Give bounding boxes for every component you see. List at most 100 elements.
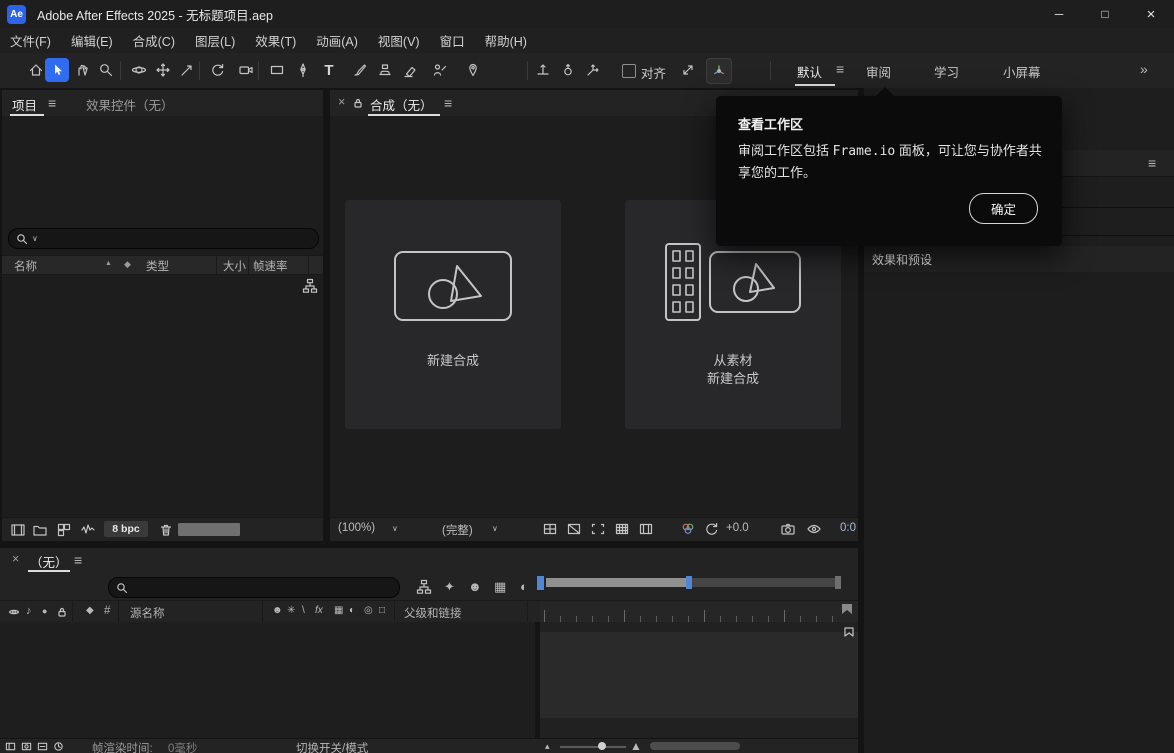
- expand-transfer-pane-icon[interactable]: [21, 741, 32, 752]
- navigator-end-handle[interactable]: [835, 576, 841, 589]
- pan-camera-tool-button[interactable]: [151, 58, 175, 82]
- hide-shy-layers-icon[interactable]: ☻: [468, 580, 482, 593]
- menu-item-layer[interactable]: 图层(L): [185, 28, 245, 53]
- menu-item-composition[interactable]: 合成(C): [123, 28, 185, 53]
- timeline-search[interactable]: [108, 577, 400, 598]
- snap-checkbox[interactable]: [622, 64, 636, 78]
- menu-item-view[interactable]: 视图(V): [368, 28, 430, 53]
- column-divider[interactable]: [394, 601, 395, 623]
- zoom-in-mountain-icon[interactable]: ▲: [630, 740, 642, 752]
- column-divider[interactable]: [527, 601, 528, 623]
- workspace-tab-review[interactable]: 审阅: [866, 62, 891, 81]
- roto-brush-tool-button[interactable]: [428, 58, 452, 82]
- project-search[interactable]: ∨: [8, 228, 319, 249]
- three-d-switch-icon[interactable]: □: [379, 606, 385, 616]
- tab-composition[interactable]: 合成（无）: [370, 95, 433, 114]
- expand-inout-pane-icon[interactable]: [37, 741, 48, 752]
- toggle-switches-modes-button[interactable]: 切换开关/模式: [296, 740, 368, 753]
- comp-panel-menu-icon[interactable]: ≡: [444, 96, 452, 110]
- maximize-button[interactable]: □: [1082, 0, 1128, 28]
- panel-lock-icon[interactable]: [352, 97, 364, 109]
- dolly-camera-tool-button[interactable]: [175, 58, 199, 82]
- motion-blur-switch-icon[interactable]: ◐: [349, 606, 355, 616]
- mini-flowchart-icon[interactable]: [416, 579, 432, 595]
- column-divider[interactable]: [72, 601, 73, 623]
- layer-list-area[interactable]: [0, 622, 535, 738]
- tab-effects-and-presets[interactable]: 效果和预设: [872, 251, 932, 268]
- frame-blend-switch-icon[interactable]: ▦: [334, 606, 343, 616]
- coach-ok-button[interactable]: 确定: [969, 193, 1038, 224]
- view-axis-mode-button[interactable]: [581, 58, 605, 82]
- zoom-out-mountain-icon[interactable]: ▴: [545, 742, 550, 751]
- work-area-end-marker[interactable]: [842, 604, 852, 614]
- time-ruler[interactable]: [540, 601, 858, 623]
- column-source-name[interactable]: 源名称: [130, 605, 165, 621]
- close-button[interactable]: ×: [1128, 0, 1174, 28]
- adjustment-switch-icon[interactable]: ◎: [364, 606, 373, 616]
- timeline-tab-close-icon[interactable]: ×: [12, 552, 19, 566]
- label-column-icon[interactable]: ◆: [86, 606, 94, 616]
- column-name[interactable]: 名称: [14, 258, 37, 274]
- column-divider[interactable]: [216, 256, 217, 274]
- new-folder-icon[interactable]: [32, 522, 48, 538]
- interpret-footage-icon[interactable]: [10, 522, 26, 538]
- column-size[interactable]: 大小: [223, 258, 246, 274]
- fx-switch-icon[interactable]: fx: [315, 606, 323, 616]
- bit-depth-button[interactable]: 8 bpc: [104, 521, 148, 537]
- lock-icon[interactable]: [56, 606, 68, 618]
- menu-item-file[interactable]: 文件(F): [0, 28, 61, 53]
- index-column[interactable]: #: [104, 605, 110, 617]
- horizontal-scrollbar-thumb[interactable]: [178, 523, 240, 536]
- workspace-overflow-icon[interactable]: »: [1140, 62, 1148, 76]
- pixel-aspect-icon[interactable]: [638, 521, 654, 537]
- brush-tool-button[interactable]: [348, 58, 372, 82]
- navigator-start-handle[interactable]: [537, 576, 544, 590]
- workspace-menu-icon[interactable]: ≡: [836, 62, 844, 76]
- tab-effect-controls[interactable]: 效果控件（无）: [86, 95, 174, 114]
- waveform-icon[interactable]: [80, 522, 96, 538]
- gizmo-mode-button[interactable]: [706, 58, 732, 84]
- eye-icon[interactable]: [8, 606, 20, 618]
- column-divider[interactable]: [308, 256, 309, 274]
- timeline-zoom-slider-track[interactable]: [560, 746, 626, 748]
- timeline-search-input[interactable]: [132, 580, 392, 596]
- column-divider[interactable]: [248, 256, 249, 274]
- quality-switch-icon[interactable]: \: [302, 606, 305, 616]
- menu-item-edit[interactable]: 编辑(E): [61, 28, 123, 53]
- workspace-tab-default[interactable]: 默认: [797, 62, 822, 81]
- reset-exposure-icon[interactable]: [704, 521, 720, 537]
- audio-icon[interactable]: ♪: [26, 606, 32, 617]
- shy-switch-icon[interactable]: ☻: [272, 606, 283, 616]
- expand-render-pane-icon[interactable]: [53, 741, 64, 752]
- type-tool-button[interactable]: T: [317, 58, 341, 82]
- search-options-chevron-icon[interactable]: ∨: [32, 235, 38, 243]
- frame-blending-icon[interactable]: ▦: [494, 580, 506, 593]
- snap-options-button[interactable]: [676, 58, 700, 82]
- expand-switches-pane-icon[interactable]: [5, 741, 16, 752]
- menu-item-animation[interactable]: 动画(A): [306, 28, 368, 53]
- collapse-switch-icon[interactable]: ✳: [287, 606, 295, 616]
- column-frame-rate[interactable]: 帧速率: [253, 258, 288, 274]
- workspace-tab-learn[interactable]: 学习: [934, 62, 959, 81]
- info-panel-menu-icon[interactable]: ≡: [1148, 156, 1156, 170]
- label-column-icon[interactable]: ◆: [124, 259, 131, 270]
- minimize-button[interactable]: ─: [1036, 0, 1082, 28]
- comp-marker-bin-icon[interactable]: [843, 626, 855, 638]
- mask-visibility-icon[interactable]: [566, 521, 582, 537]
- orbit-camera-tool-button[interactable]: [127, 58, 151, 82]
- selection-tool-button[interactable]: [45, 58, 69, 82]
- column-parent-link[interactable]: 父级和链接: [404, 605, 462, 621]
- world-axis-mode-button[interactable]: [556, 58, 580, 82]
- project-settings-icon[interactable]: [56, 522, 72, 538]
- column-divider[interactable]: [118, 601, 119, 623]
- local-axis-mode-button[interactable]: [531, 58, 555, 82]
- exposure-value[interactable]: +0.0: [726, 522, 749, 534]
- new-composition-card[interactable]: 新建合成: [345, 200, 561, 429]
- snapshot-camera-icon[interactable]: [780, 521, 796, 537]
- region-of-interest-icon[interactable]: [590, 521, 606, 537]
- tab-timeline[interactable]: （无）: [30, 552, 68, 571]
- project-search-input[interactable]: [42, 231, 311, 247]
- magnification-chevron-icon[interactable]: ∨: [392, 525, 398, 533]
- tab-project[interactable]: 项目: [12, 95, 37, 114]
- timeline-zoom-slider-handle[interactable]: [598, 742, 606, 750]
